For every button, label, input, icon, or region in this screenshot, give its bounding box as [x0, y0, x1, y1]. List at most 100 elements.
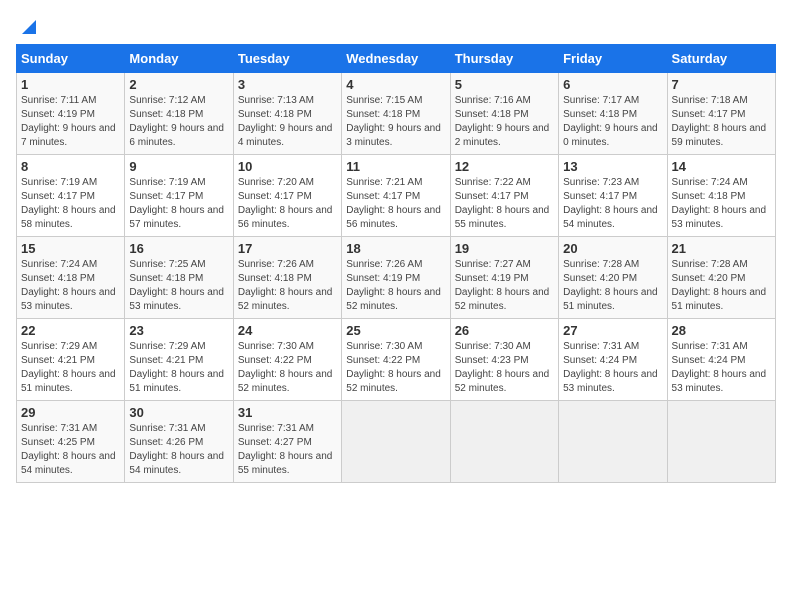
weekday-header-friday: Friday — [559, 45, 667, 73]
day-number: 25 — [346, 323, 445, 338]
calendar-cell: 1 Sunrise: 7:11 AM Sunset: 4:19 PM Daylig… — [17, 73, 125, 155]
calendar-cell: 24 Sunrise: 7:30 AM Sunset: 4:22 PM Dayli… — [233, 319, 341, 401]
day-number: 1 — [21, 77, 120, 92]
day-number: 5 — [455, 77, 554, 92]
day-number: 30 — [129, 405, 228, 420]
calendar-cell: 5 Sunrise: 7:16 AM Sunset: 4:18 PM Daylig… — [450, 73, 558, 155]
day-detail: Sunrise: 7:15 AM Sunset: 4:18 PM Dayligh… — [346, 94, 445, 150]
day-number: 15 — [21, 241, 120, 256]
calendar-cell: 15 Sunrise: 7:24 AM Sunset: 4:18 PM Dayli… — [17, 237, 125, 319]
calendar-cell: 6 Sunrise: 7:17 AM Sunset: 4:18 PM Daylig… — [559, 73, 667, 155]
day-number: 28 — [672, 323, 771, 338]
calendar-cell: 11 Sunrise: 7:21 AM Sunset: 4:17 PM Dayli… — [342, 155, 450, 237]
calendar-cell: 3 Sunrise: 7:13 AM Sunset: 4:18 PM Daylig… — [233, 73, 341, 155]
calendar-cell: 2 Sunrise: 7:12 AM Sunset: 4:18 PM Daylig… — [125, 73, 233, 155]
weekday-header-thursday: Thursday — [450, 45, 558, 73]
day-detail: Sunrise: 7:25 AM Sunset: 4:18 PM Dayligh… — [129, 258, 228, 314]
calendar-cell: 23Sunrise: 7:29 AM Sunset: 4:21 PM Dayli… — [125, 319, 233, 401]
weekday-header-tuesday: Tuesday — [233, 45, 341, 73]
calendar-week-3: 15 Sunrise: 7:24 AM Sunset: 4:18 PM Dayli… — [17, 237, 776, 319]
calendar-week-4: 22Sunrise: 7:29 AM Sunset: 4:21 PM Dayli… — [17, 319, 776, 401]
day-detail: Sunrise: 7:28 AM Sunset: 4:20 PM Dayligh… — [672, 258, 771, 314]
weekday-header-monday: Monday — [125, 45, 233, 73]
day-number: 2 — [129, 77, 228, 92]
logo — [16, 16, 40, 34]
day-detail: Sunrise: 7:31 AM Sunset: 4:26 PM Dayligh… — [129, 422, 228, 478]
day-detail: Sunrise: 7:30 AM Sunset: 4:22 PM Dayligh… — [238, 340, 337, 396]
calendar-cell: 14Sunrise: 7:24 AM Sunset: 4:18 PM Dayli… — [667, 155, 775, 237]
calendar-cell — [667, 401, 775, 483]
logo-arrow-icon — [18, 16, 40, 38]
day-detail: Sunrise: 7:12 AM Sunset: 4:18 PM Dayligh… — [129, 94, 228, 150]
day-number: 16 — [129, 241, 228, 256]
calendar-cell — [450, 401, 558, 483]
day-detail: Sunrise: 7:24 AM Sunset: 4:18 PM Dayligh… — [21, 258, 120, 314]
day-number: 9 — [129, 159, 228, 174]
calendar-cell: 27 Sunrise: 7:31 AM Sunset: 4:24 PM Dayli… — [559, 319, 667, 401]
calendar-cell: 21 Sunrise: 7:28 AM Sunset: 4:20 PM Dayli… — [667, 237, 775, 319]
day-number: 17 — [238, 241, 337, 256]
calendar-cell — [559, 401, 667, 483]
weekday-header-sunday: Sunday — [17, 45, 125, 73]
day-number: 4 — [346, 77, 445, 92]
day-detail: Sunrise: 7:31 AM Sunset: 4:24 PM Dayligh… — [563, 340, 662, 396]
weekday-header-row: SundayMondayTuesdayWednesdayThursdayFrid… — [17, 45, 776, 73]
day-number: 31 — [238, 405, 337, 420]
day-number: 26 — [455, 323, 554, 338]
page-header — [16, 16, 776, 34]
day-number: 8 — [21, 159, 120, 174]
calendar-cell: 4 Sunrise: 7:15 AM Sunset: 4:18 PM Daylig… — [342, 73, 450, 155]
day-number: 24 — [238, 323, 337, 338]
day-detail: Sunrise: 7:29 AM Sunset: 4:21 PM Dayligh… — [129, 340, 228, 396]
calendar-cell — [342, 401, 450, 483]
day-detail: Sunrise: 7:16 AM Sunset: 4:18 PM Dayligh… — [455, 94, 554, 150]
day-number: 21 — [672, 241, 771, 256]
calendar-cell: 28 Sunrise: 7:31 AM Sunset: 4:24 PM Dayli… — [667, 319, 775, 401]
day-detail: Sunrise: 7:28 AM Sunset: 4:20 PM Dayligh… — [563, 258, 662, 314]
calendar-week-5: 29 Sunrise: 7:31 AM Sunset: 4:25 PM Dayli… — [17, 401, 776, 483]
day-detail: Sunrise: 7:24 AM Sunset: 4:18 PM Dayligh… — [672, 176, 771, 232]
calendar-cell: 31 Sunrise: 7:31 AM Sunset: 4:27 PM Dayli… — [233, 401, 341, 483]
weekday-header-saturday: Saturday — [667, 45, 775, 73]
day-detail: Sunrise: 7:19 AM Sunset: 4:17 PM Dayligh… — [21, 176, 120, 232]
day-number: 20 — [563, 241, 662, 256]
day-detail: Sunrise: 7:20 AM Sunset: 4:17 PM Dayligh… — [238, 176, 337, 232]
day-number: 29 — [21, 405, 120, 420]
calendar-cell: 13Sunrise: 7:23 AM Sunset: 4:17 PM Dayli… — [559, 155, 667, 237]
calendar-cell: 18 Sunrise: 7:26 AM Sunset: 4:19 PM Dayli… — [342, 237, 450, 319]
day-detail: Sunrise: 7:26 AM Sunset: 4:19 PM Dayligh… — [346, 258, 445, 314]
day-detail: Sunrise: 7:31 AM Sunset: 4:24 PM Dayligh… — [672, 340, 771, 396]
calendar-week-2: 8 Sunrise: 7:19 AM Sunset: 4:17 PM Daylig… — [17, 155, 776, 237]
day-detail: Sunrise: 7:21 AM Sunset: 4:17 PM Dayligh… — [346, 176, 445, 232]
day-number: 13 — [563, 159, 662, 174]
day-detail: Sunrise: 7:29 AM Sunset: 4:21 PM Dayligh… — [21, 340, 120, 396]
day-number: 10 — [238, 159, 337, 174]
calendar-cell: 25Sunrise: 7:30 AM Sunset: 4:22 PM Dayli… — [342, 319, 450, 401]
day-detail: Sunrise: 7:17 AM Sunset: 4:18 PM Dayligh… — [563, 94, 662, 150]
calendar-cell: 8 Sunrise: 7:19 AM Sunset: 4:17 PM Daylig… — [17, 155, 125, 237]
calendar-cell: 26 Sunrise: 7:30 AM Sunset: 4:23 PM Dayli… — [450, 319, 558, 401]
calendar-week-1: 1 Sunrise: 7:11 AM Sunset: 4:19 PM Daylig… — [17, 73, 776, 155]
calendar-cell: 19Sunrise: 7:27 AM Sunset: 4:19 PM Dayli… — [450, 237, 558, 319]
day-detail: Sunrise: 7:31 AM Sunset: 4:25 PM Dayligh… — [21, 422, 120, 478]
calendar-cell: 9Sunrise: 7:19 AM Sunset: 4:17 PM Daylig… — [125, 155, 233, 237]
calendar-cell: 17 Sunrise: 7:26 AM Sunset: 4:18 PM Dayli… — [233, 237, 341, 319]
day-detail: Sunrise: 7:31 AM Sunset: 4:27 PM Dayligh… — [238, 422, 337, 478]
day-detail: Sunrise: 7:11 AM Sunset: 4:19 PM Dayligh… — [21, 94, 120, 150]
day-number: 6 — [563, 77, 662, 92]
calendar-cell: 30 Sunrise: 7:31 AM Sunset: 4:26 PM Dayli… — [125, 401, 233, 483]
calendar-cell: 12Sunrise: 7:22 AM Sunset: 4:17 PM Dayli… — [450, 155, 558, 237]
calendar-cell: 16 Sunrise: 7:25 AM Sunset: 4:18 PM Dayli… — [125, 237, 233, 319]
day-detail: Sunrise: 7:26 AM Sunset: 4:18 PM Dayligh… — [238, 258, 337, 314]
day-detail: Sunrise: 7:18 AM Sunset: 4:17 PM Dayligh… — [672, 94, 771, 150]
day-number: 18 — [346, 241, 445, 256]
weekday-header-wednesday: Wednesday — [342, 45, 450, 73]
day-detail: Sunrise: 7:13 AM Sunset: 4:18 PM Dayligh… — [238, 94, 337, 150]
day-number: 3 — [238, 77, 337, 92]
day-number: 7 — [672, 77, 771, 92]
calendar-cell: 7 Sunrise: 7:18 AM Sunset: 4:17 PM Daylig… — [667, 73, 775, 155]
day-number: 27 — [563, 323, 662, 338]
calendar-cell: 10 Sunrise: 7:20 AM Sunset: 4:17 PM Dayli… — [233, 155, 341, 237]
day-detail: Sunrise: 7:30 AM Sunset: 4:23 PM Dayligh… — [455, 340, 554, 396]
day-number: 11 — [346, 159, 445, 174]
